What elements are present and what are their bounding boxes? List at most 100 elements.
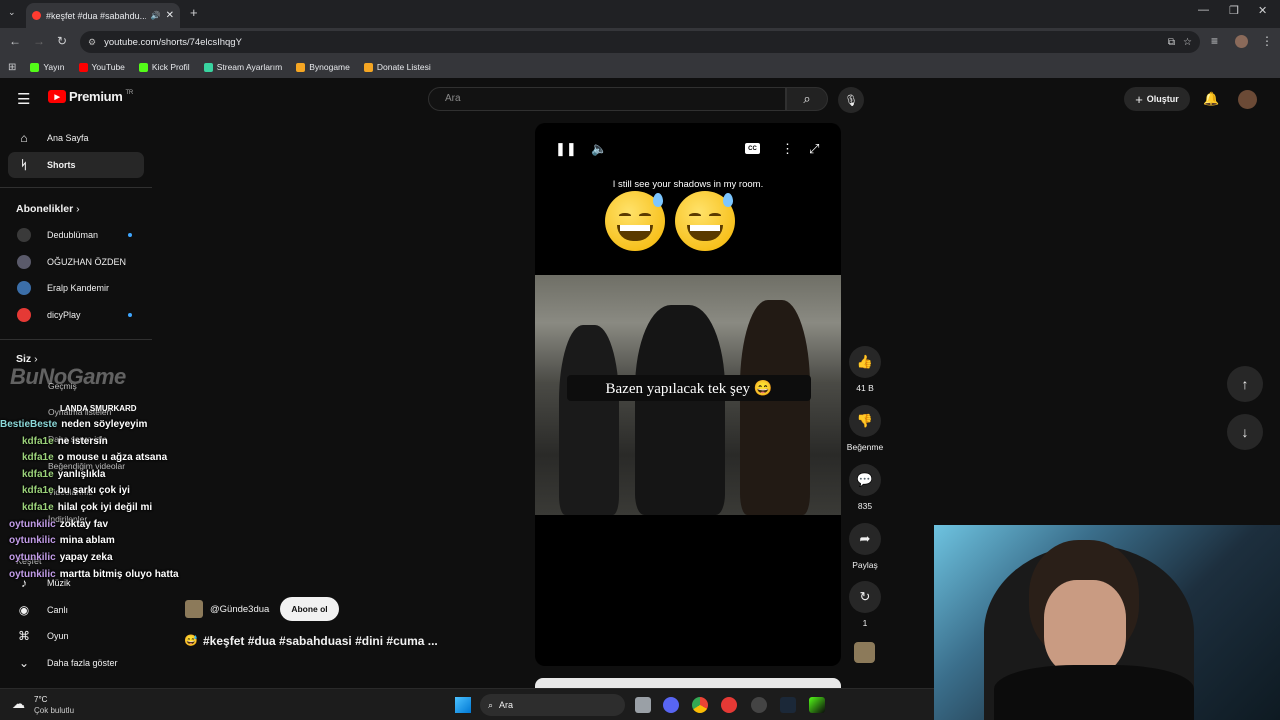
new-tab-icon[interactable]: + <box>190 5 198 20</box>
install-app-icon[interactable]: ⧉ <box>1168 37 1175 48</box>
restore-icon[interactable]: ❐ <box>1229 4 1239 17</box>
next-short-button[interactable]: ↓ <box>1227 414 1263 450</box>
sweat-smile-emoji-icon <box>605 191 665 251</box>
chat-message: oytunkilic zoktay fav <box>9 519 108 530</box>
remix-action[interactable]: ↻ 1 <box>846 581 884 628</box>
thumbs-down-icon[interactable]: 👎 <box>849 405 881 437</box>
short-title[interactable]: #keşfet #dua #sabahduasi #dini #cuma ... <box>203 634 438 648</box>
close-window-icon[interactable]: ✕ <box>1258 4 1267 17</box>
app-icon[interactable] <box>809 697 825 713</box>
subscribe-button[interactable]: Abone ol <box>280 597 339 621</box>
chat-message: oytunkilic yapay zeka <box>9 552 113 563</box>
captions-icon[interactable]: CC <box>745 143 760 154</box>
omnibox[interactable]: ⚙ youtube.com/shorts/74elcsIhqgY ⧉ ☆ <box>80 31 1200 53</box>
sidebar-sub-dedubluman[interactable]: Dedublüman <box>8 222 144 248</box>
video-top-caption: I still see your shadows in my room. <box>612 179 764 190</box>
profile-avatar[interactable] <box>1235 35 1248 48</box>
sidebar-item-home[interactable]: ⌂ Ana Sayfa <box>8 125 144 151</box>
chat-message: kdfa1e yanlışlıkla <box>22 469 106 480</box>
chrome-icon[interactable] <box>692 697 708 713</box>
chat-text: mina ablam <box>59 535 115 546</box>
chat-username: kdfa1e <box>22 469 54 480</box>
speaker-icon[interactable]: 🔊 <box>151 11 161 20</box>
channel-avatar[interactable] <box>185 600 203 618</box>
chat-username: oytunkilic <box>9 519 56 530</box>
shorts-player[interactable]: ❚❚ 🔈 CC ⋮ ⤢ I still see your shadows in … <box>535 123 841 666</box>
streamer-face <box>1044 580 1126 675</box>
donate-icon <box>363 62 373 72</box>
sidebar-item-live[interactable]: ◉ Canlı <box>8 597 144 623</box>
sidebar-sub-eralp-kandemir[interactable]: Eralp Kandemir <box>8 275 144 301</box>
sidebar-sub-dicyplay[interactable]: dicyPlay <box>8 302 144 328</box>
bookmark-youtube[interactable]: YouTube <box>78 62 125 72</box>
url-text[interactable]: youtube.com/shorts/74elcsIhqgY <box>104 37 242 48</box>
sidebar-sub-oguzhan-ozden[interactable]: OĞUZHAN ÖZDEN <box>8 249 144 275</box>
steam-icon[interactable] <box>780 697 796 713</box>
previous-short-button[interactable]: ↑ <box>1227 366 1263 402</box>
notifications-bell-icon[interactable]: 🔔 <box>1203 91 1219 107</box>
sidebar-item-shorts[interactable]: ᛋ Shorts <box>8 152 144 178</box>
volume-icon[interactable]: 🔈 <box>591 141 607 157</box>
bookmark-yayin[interactable]: Yayın <box>30 62 65 72</box>
menu-dots-icon[interactable]: ⋮ <box>1261 34 1273 48</box>
person-figure <box>740 300 810 515</box>
subscriptions-heading[interactable]: Abonelikler › <box>16 203 80 215</box>
fullscreen-icon[interactable]: ⤢ <box>809 141 819 157</box>
task-view-icon[interactable] <box>635 697 651 713</box>
voice-search-button[interactable]: 🎙 <box>838 87 864 113</box>
bookmark-star-icon[interactable]: ☆ <box>1183 37 1192 48</box>
weather-condition[interactable]: Çok bulutlu <box>34 706 74 715</box>
hamburger-menu-icon[interactable]: ☰ <box>17 90 30 108</box>
sidebar-item-label: Canlı <box>47 605 69 615</box>
logo-country-code: TR <box>125 89 134 96</box>
tab-search-icon[interactable]: ⌄ <box>8 7 16 18</box>
taskbar-search[interactable]: ⌕ Ara <box>480 694 625 716</box>
pause-icon[interactable]: ❚❚ <box>555 141 577 157</box>
discord-icon[interactable] <box>663 697 679 713</box>
close-tab-icon[interactable]: ✕ <box>166 10 174 21</box>
channel-avatar <box>17 281 31 295</box>
sound-thumbnail[interactable] <box>854 642 875 663</box>
remix-icon[interactable]: ↻ <box>849 581 881 613</box>
dislike-action[interactable]: 👎 Beğenme <box>846 405 884 452</box>
share-icon[interactable]: ➦ <box>849 523 881 555</box>
sidebar-show-more[interactable]: ⌄ Daha fazla göster <box>8 650 144 676</box>
like-action[interactable]: 👍 41 B <box>846 346 884 393</box>
minimize-icon[interactable]: — <box>1198 4 1209 16</box>
media-control-icon[interactable]: ≡ <box>1211 34 1218 48</box>
remix-count: 1 <box>862 618 868 628</box>
bookmark-kick-profil[interactable]: Kick Profil <box>138 62 190 72</box>
apps-grid-icon[interactable]: ⊞ <box>8 62 16 73</box>
sidebar-item-gaming[interactable]: ⌘ Oyun <box>8 623 144 649</box>
weather-temperature[interactable]: 7°C <box>34 695 47 704</box>
obs-icon[interactable] <box>751 697 767 713</box>
media-player-icon[interactable] <box>721 697 737 713</box>
chat-text: yanlışlıkla <box>57 469 106 480</box>
thumbs-up-icon[interactable]: 👍 <box>849 346 881 378</box>
more-options-icon[interactable]: ⋮ <box>781 141 794 157</box>
create-button[interactable]: + Oluştur <box>1124 87 1190 111</box>
channel-name: OĞUZHAN ÖZDEN <box>47 257 127 267</box>
youtube-premium-logo[interactable]: ▶ Premium TR <box>48 89 133 104</box>
search-input[interactable]: Ara <box>428 87 786 111</box>
site-info-icon[interactable]: ⚙ <box>88 37 96 48</box>
comments-action[interactable]: 💬 835 <box>846 464 884 511</box>
arrow-down-icon: ↓ <box>1241 424 1249 440</box>
overlay-banner: LANDA SMURKARD <box>60 404 137 413</box>
back-icon[interactable]: ← <box>9 34 21 48</box>
account-avatar[interactable] <box>1238 90 1257 109</box>
bookmark-donate-listesi[interactable]: Donate Listesi <box>363 62 431 72</box>
share-action[interactable]: ➦ Paylaş <box>846 523 884 570</box>
chat-text: yapay zeka <box>59 552 113 563</box>
forward-icon[interactable]: → <box>33 34 45 48</box>
windows-start-icon[interactable] <box>455 697 471 713</box>
channel-handle[interactable]: @Günde3dua <box>210 604 269 615</box>
live-icon: ◉ <box>18 603 30 617</box>
bookmark-bynogame[interactable]: Bynogame <box>296 62 350 72</box>
reload-icon[interactable]: ↻ <box>57 34 67 48</box>
comment-count: 835 <box>857 501 873 511</box>
bookmark-stream-ayarlarim[interactable]: Stream Ayarlarım <box>203 62 282 72</box>
comment-icon[interactable]: 💬 <box>849 464 881 496</box>
browser-tab-active[interactable]: #keşfet #dua #sabahdu... 🔊 ✕ <box>26 3 180 28</box>
search-button[interactable]: ⌕ <box>786 87 828 111</box>
